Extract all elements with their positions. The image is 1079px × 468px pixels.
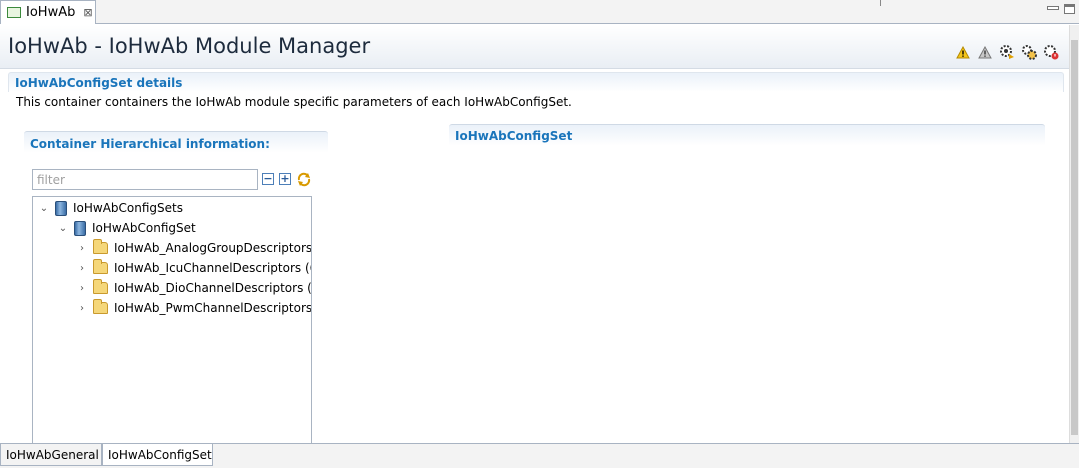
collapse-all-button[interactable]: − bbox=[262, 173, 274, 185]
collapsed-chevron-icon[interactable]: › bbox=[75, 301, 89, 315]
tree-item-analog[interactable]: › IoHwAb_AnalogGroupDescriptors bbox=[75, 238, 312, 258]
header-toolbar bbox=[955, 44, 1059, 60]
tree-item-configsets[interactable]: ⌄ IoHwAbConfigSets bbox=[37, 198, 183, 218]
warning-icon[interactable] bbox=[955, 44, 971, 60]
tree-item-label: IoHwAb_DioChannelDescriptors (2 bbox=[114, 281, 312, 295]
container-icon bbox=[55, 200, 67, 216]
tree-item-label: IoHwAb_IcuChannelDescriptors (6 bbox=[114, 261, 312, 275]
tree-item-configset[interactable]: ⌄ IoHwAbConfigSet bbox=[56, 218, 196, 238]
gear-run-icon[interactable] bbox=[999, 44, 1015, 60]
folder-icon bbox=[93, 299, 108, 314]
module-icon bbox=[7, 7, 21, 18]
tree-item-label: IoHwAb_PwmChannelDescriptors bbox=[114, 301, 312, 315]
folder-icon bbox=[93, 239, 108, 254]
details-section-title: IoHwAbConfigSet details bbox=[15, 76, 183, 90]
folder-icon bbox=[93, 279, 108, 294]
collapsed-chevron-icon[interactable]: › bbox=[75, 261, 89, 275]
close-icon[interactable]: ⊠ bbox=[83, 6, 92, 19]
tree-item-pwm[interactable]: › IoHwAb_PwmChannelDescriptors bbox=[75, 298, 312, 318]
page-tab-bar: IoHwAbGeneral IoHwAbConfigSet bbox=[0, 443, 1079, 468]
maximize-icon[interactable] bbox=[1064, 4, 1075, 14]
filter-input[interactable] bbox=[32, 169, 258, 190]
details-section-header[interactable]: IoHwAbConfigSet details bbox=[8, 72, 1064, 92]
page-title: IoHwAb - IoHwAb Module Manager bbox=[8, 34, 371, 58]
tab-label: IoHwAbGeneral bbox=[6, 447, 99, 462]
editor-tab-label: IoHwAb bbox=[26, 5, 76, 20]
tree-item-label: IoHwAbConfigSets bbox=[73, 201, 184, 215]
tree-item-label: IoHwAb_AnalogGroupDescriptors bbox=[114, 241, 312, 255]
folder-icon bbox=[93, 259, 108, 274]
hierarchy-section-header[interactable]: Container Hierarchical information: bbox=[24, 131, 328, 153]
tree-item-dio[interactable]: › IoHwAb_DioChannelDescriptors (2 bbox=[75, 278, 312, 298]
expand-all-button[interactable]: + bbox=[279, 173, 291, 185]
gear-multi-icon[interactable] bbox=[1021, 44, 1037, 60]
expanded-chevron-icon[interactable]: ⌄ bbox=[56, 221, 70, 235]
container-tree[interactable]: ⌄ IoHwAbConfigSets ⌄ IoHwAbConfigSet › I… bbox=[32, 196, 312, 444]
tab-label: IoHwAbConfigSet bbox=[108, 447, 212, 462]
tab-iohwab-general[interactable]: IoHwAbGeneral bbox=[0, 444, 102, 466]
tree-item-label: IoHwAbConfigSet bbox=[92, 221, 196, 235]
editor-tab-iohwab[interactable]: IoHwAb ⊠ bbox=[0, 0, 96, 24]
minimize-icon[interactable] bbox=[1047, 6, 1059, 10]
divider bbox=[880, 0, 881, 6]
sync-icon[interactable] bbox=[296, 171, 312, 187]
collapsed-chevron-icon[interactable]: › bbox=[75, 281, 89, 295]
hierarchy-section-title: Container Hierarchical information: bbox=[30, 137, 270, 151]
warning-gray-icon[interactable] bbox=[977, 44, 993, 60]
editor-tab-bar: IoHwAb ⊠ bbox=[0, 0, 1079, 24]
configset-section-header[interactable]: IoHwAbConfigSet bbox=[449, 124, 1045, 146]
form-header: IoHwAb - IoHwAb Module Manager bbox=[0, 25, 1079, 69]
expanded-chevron-icon[interactable]: ⌄ bbox=[37, 201, 51, 215]
scrollbar-thumb[interactable] bbox=[1071, 40, 1078, 435]
details-description: This container containers the IoHwAb mod… bbox=[16, 95, 572, 109]
configset-section-title: IoHwAbConfigSet bbox=[455, 129, 573, 143]
collapsed-chevron-icon[interactable]: › bbox=[75, 241, 89, 255]
tab-iohwab-configset[interactable]: IoHwAbConfigSet bbox=[102, 444, 213, 466]
gear-alert-icon[interactable] bbox=[1043, 44, 1059, 60]
tree-item-icu[interactable]: › IoHwAb_IcuChannelDescriptors (6 bbox=[75, 258, 312, 278]
vertical-scrollbar[interactable] bbox=[1069, 25, 1079, 443]
container-icon bbox=[74, 220, 86, 236]
